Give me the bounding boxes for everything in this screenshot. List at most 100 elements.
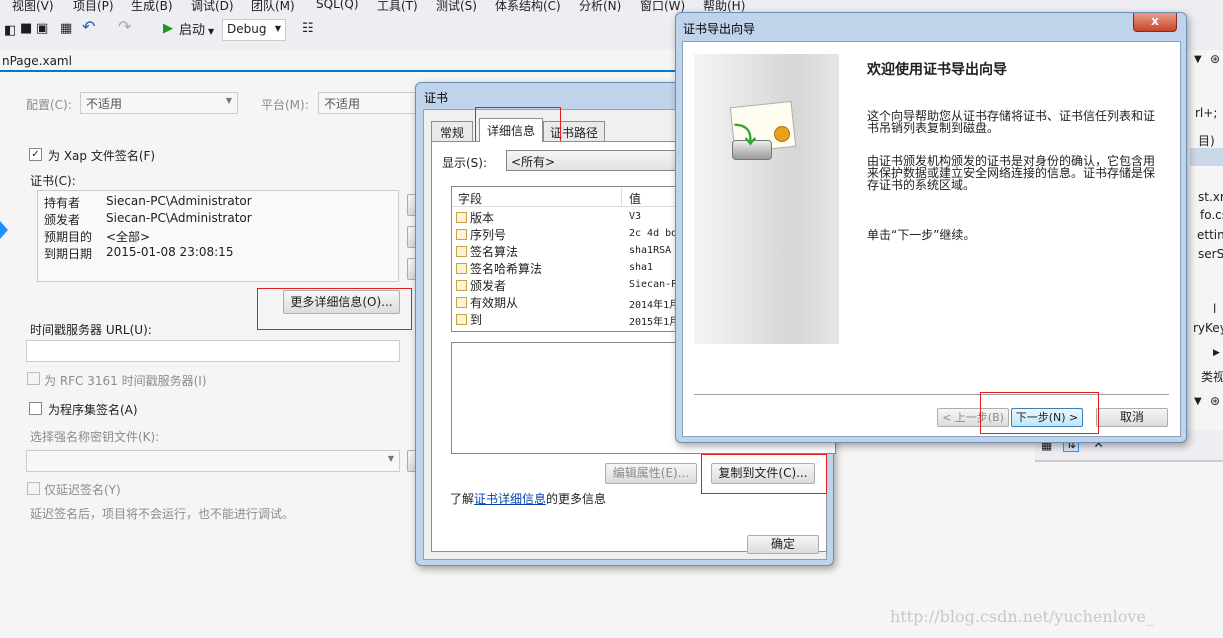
field-icon (456, 263, 467, 274)
chevron-down-icon[interactable]: ▼ (1194, 396, 1202, 407)
cancel-button[interactable]: 取消 (1096, 408, 1168, 427)
class-view-tab[interactable]: 类视 (1201, 368, 1223, 385)
cert-row-label: 到期日期 (44, 247, 93, 261)
export-wizard-dialog: 证书导出向导 x ⤵ 欢迎使用证书导出向导 这个向导帮助您从证书存储将证书、证书… (675, 12, 1187, 443)
solution-item[interactable]: ettings (1197, 228, 1223, 242)
cert-label: 证书(C): (30, 174, 76, 188)
platform-combo-value: 不适用 (324, 97, 361, 111)
sign-assembly-label: 为程序集签名(A) (48, 403, 138, 417)
seal-icon (774, 126, 790, 142)
menu-tools[interactable]: 工具(T) (377, 0, 418, 14)
arrow-marker-icon (0, 221, 8, 239)
field-name: 签名哈希算法 (470, 262, 543, 276)
document-tab-label: nPage.xaml (2, 54, 72, 68)
menu-test[interactable]: 测试(S) (436, 0, 477, 14)
menu-project[interactable]: 项目(P) (73, 0, 114, 14)
table-row[interactable]: 签名哈希算法 (456, 260, 542, 277)
save-icon[interactable]: ■ (20, 22, 32, 36)
table-row[interactable]: 版本 (456, 209, 494, 226)
solution-item[interactable]: l (1213, 302, 1216, 316)
menu-analyze[interactable]: 分析(N) (579, 0, 621, 14)
chevron-down-icon[interactable]: ▼ (1194, 54, 1202, 65)
cert-row-value: Siecan-PC\Administrator (106, 211, 252, 225)
menu-team[interactable]: 团队(M) (251, 0, 295, 14)
divider (1035, 460, 1223, 462)
watermark: http://blog.csdn.net/yuchenlove_ (890, 607, 1154, 626)
platform-combo[interactable]: 不适用 (318, 92, 418, 114)
edit-properties-button[interactable]: 编辑属性(E)... (605, 463, 697, 484)
rfc-checkbox[interactable] (27, 372, 40, 385)
menu-build[interactable]: 生成(B) (131, 0, 173, 14)
menu-sql[interactable]: SQL(Q) (316, 0, 359, 11)
show-dropdown-value: <所有> (511, 155, 556, 169)
timestamp-input[interactable] (26, 340, 400, 362)
field-value: V3 (629, 211, 642, 222)
col-value-header[interactable]: 值 (629, 190, 641, 207)
start-button[interactable]: 启动 (179, 24, 205, 38)
delay-sign-checkbox[interactable] (27, 482, 40, 495)
column-divider[interactable] (621, 187, 622, 207)
redo-icon[interactable]: ↷ (118, 19, 131, 35)
col-field-header[interactable]: 字段 (458, 190, 482, 207)
key-file-combo[interactable]: ▼ (26, 450, 400, 472)
sign-assembly-checkbox[interactable] (29, 402, 42, 415)
undo-icon[interactable]: ↶ (82, 19, 95, 35)
chevron-right-icon[interactable]: ▶ (1213, 348, 1220, 358)
selected-row (1190, 148, 1223, 166)
sign-xap-checkbox[interactable]: ✓ (29, 148, 42, 161)
table-row[interactable]: 颁发者 (456, 277, 506, 294)
cert-row-label: 颁发者 (44, 213, 81, 227)
field-icon (456, 297, 467, 308)
highlight-box (257, 288, 412, 330)
save-all-icon-2[interactable]: ▦ (60, 22, 72, 36)
menu-view[interactable]: 视图(V) (12, 0, 54, 14)
tab-details[interactable]: 详细信息 (479, 118, 543, 142)
learn-link[interactable]: 证书详细信息 (474, 492, 546, 506)
save-all-icon[interactable]: ▣ (36, 22, 48, 36)
attach-icon[interactable]: ☷ (302, 22, 314, 36)
solution-item[interactable]: st.xml (1198, 190, 1223, 204)
field-value: sha1 (629, 262, 654, 273)
platform-label: 平台(M): (261, 98, 309, 112)
pin-icon[interactable]: ⊛ (1210, 52, 1220, 66)
highlight-box (980, 392, 1099, 434)
config-combo-value: 不适用 (86, 97, 123, 111)
solution-item[interactable]: 目) (1198, 132, 1215, 149)
wizard-title: 证书导出向导 (683, 22, 756, 36)
close-icon: x (1151, 14, 1159, 28)
solution-item[interactable]: ryKey.p (1193, 321, 1223, 335)
menu-debug[interactable]: 调试(D) (191, 0, 234, 14)
solution-item[interactable]: rl+; (1195, 106, 1217, 120)
field-name: 到 (470, 313, 483, 327)
table-row[interactable]: 签名算法 (456, 243, 518, 260)
field-value: 2015年1月 (629, 317, 680, 328)
start-icon[interactable]: ▶ (163, 22, 173, 36)
field-icon (456, 314, 467, 325)
learn-more-text: 了解证书详细信息的更多信息 (450, 490, 606, 507)
start-dropdown-icon[interactable]: ▼ (208, 25, 214, 39)
pin-icon[interactable]: ⊛ (1210, 394, 1220, 408)
delay-note: 延迟签名后，项目将不会运行，也不能进行调试。 (30, 507, 295, 521)
menu-architecture[interactable]: 体系结构(C) (495, 0, 561, 14)
chevron-down-icon: ▼ (225, 96, 232, 105)
cert-info-box: 持有者 Siecan-PC\Administrator 颁发者 Siecan-P… (37, 190, 399, 282)
table-row[interactable]: 有效期从 (456, 294, 518, 311)
config-dropdown[interactable]: Debug ▼ (222, 19, 286, 41)
config-combo[interactable]: 不适用 ▼ (80, 92, 238, 114)
learn-prefix: 了解 (450, 492, 475, 506)
field-name: 有效期从 (470, 296, 519, 310)
solution-item[interactable]: serSet (1198, 247, 1223, 261)
open-icon[interactable]: ◧ (4, 24, 16, 38)
wizard-side-image: ⤵ (694, 54, 839, 344)
delay-sign-label: 仅延迟签名(Y) (44, 483, 121, 497)
tab-general[interactable]: 常规 (431, 121, 473, 141)
solution-item[interactable]: fo.cs (1200, 208, 1223, 222)
wizard-heading: 欢迎使用证书导出向导 (867, 62, 1007, 78)
table-row[interactable]: 到 (456, 311, 482, 328)
wizard-paragraph-2: 由证书颁发机构颁发的证书是对身份的确认，它包含用来保护数据或建立安全网络连接的信… (867, 154, 1156, 192)
cert-row-label: 预期目的 (44, 230, 93, 244)
table-row[interactable]: 序列号 (456, 226, 506, 243)
close-button[interactable]: x (1133, 13, 1177, 32)
ok-button[interactable]: 确定 (747, 535, 819, 554)
cert-row-value: Siecan-PC\Administrator (106, 194, 252, 208)
